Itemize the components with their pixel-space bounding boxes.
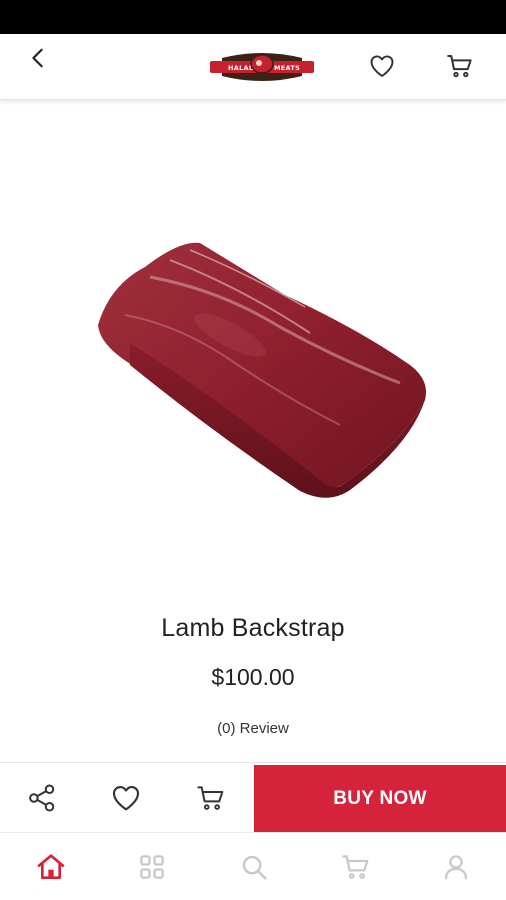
back-button[interactable] (20, 40, 56, 76)
profile-icon (444, 855, 468, 880)
search-icon (242, 855, 267, 880)
add-to-cart-button[interactable] (192, 779, 230, 817)
nav-profile[interactable] (436, 847, 476, 887)
nav-categories[interactable] (132, 847, 172, 887)
heart-icon (370, 55, 394, 77)
nav-cart[interactable] (336, 847, 376, 887)
cart-icon (447, 55, 472, 78)
home-icon (37, 854, 65, 879)
logo-left-text: HALAL (228, 64, 253, 72)
product-price: $100.00 (211, 664, 295, 690)
buy-now-button[interactable]: BUY NOW (254, 765, 506, 833)
header-cart-button[interactable] (442, 48, 478, 84)
share-icon (29, 784, 55, 812)
nav-home[interactable] (31, 847, 71, 887)
product-image (98, 242, 426, 498)
logo-right-text: MEATS (274, 64, 300, 72)
heart-icon (112, 786, 140, 811)
product-title: Lamb Backstrap (161, 614, 345, 642)
cart-icon (197, 786, 224, 810)
share-button[interactable] (23, 779, 61, 817)
app-header: HALAL MEATS (0, 34, 506, 100)
status-bar (0, 0, 506, 34)
product-action-bar: BUY NOW (0, 762, 506, 833)
halal-meats-logo: HALAL MEATS (210, 53, 314, 81)
chevron-left-icon (32, 48, 43, 68)
review-link[interactable]: (0) Review (0, 720, 506, 737)
categories-grid-icon (140, 855, 164, 879)
bottom-nav (0, 832, 506, 900)
nav-search[interactable] (234, 847, 274, 887)
add-to-wishlist-button[interactable] (107, 779, 145, 817)
cart-icon (342, 855, 369, 879)
wishlist-button[interactable] (364, 48, 400, 84)
